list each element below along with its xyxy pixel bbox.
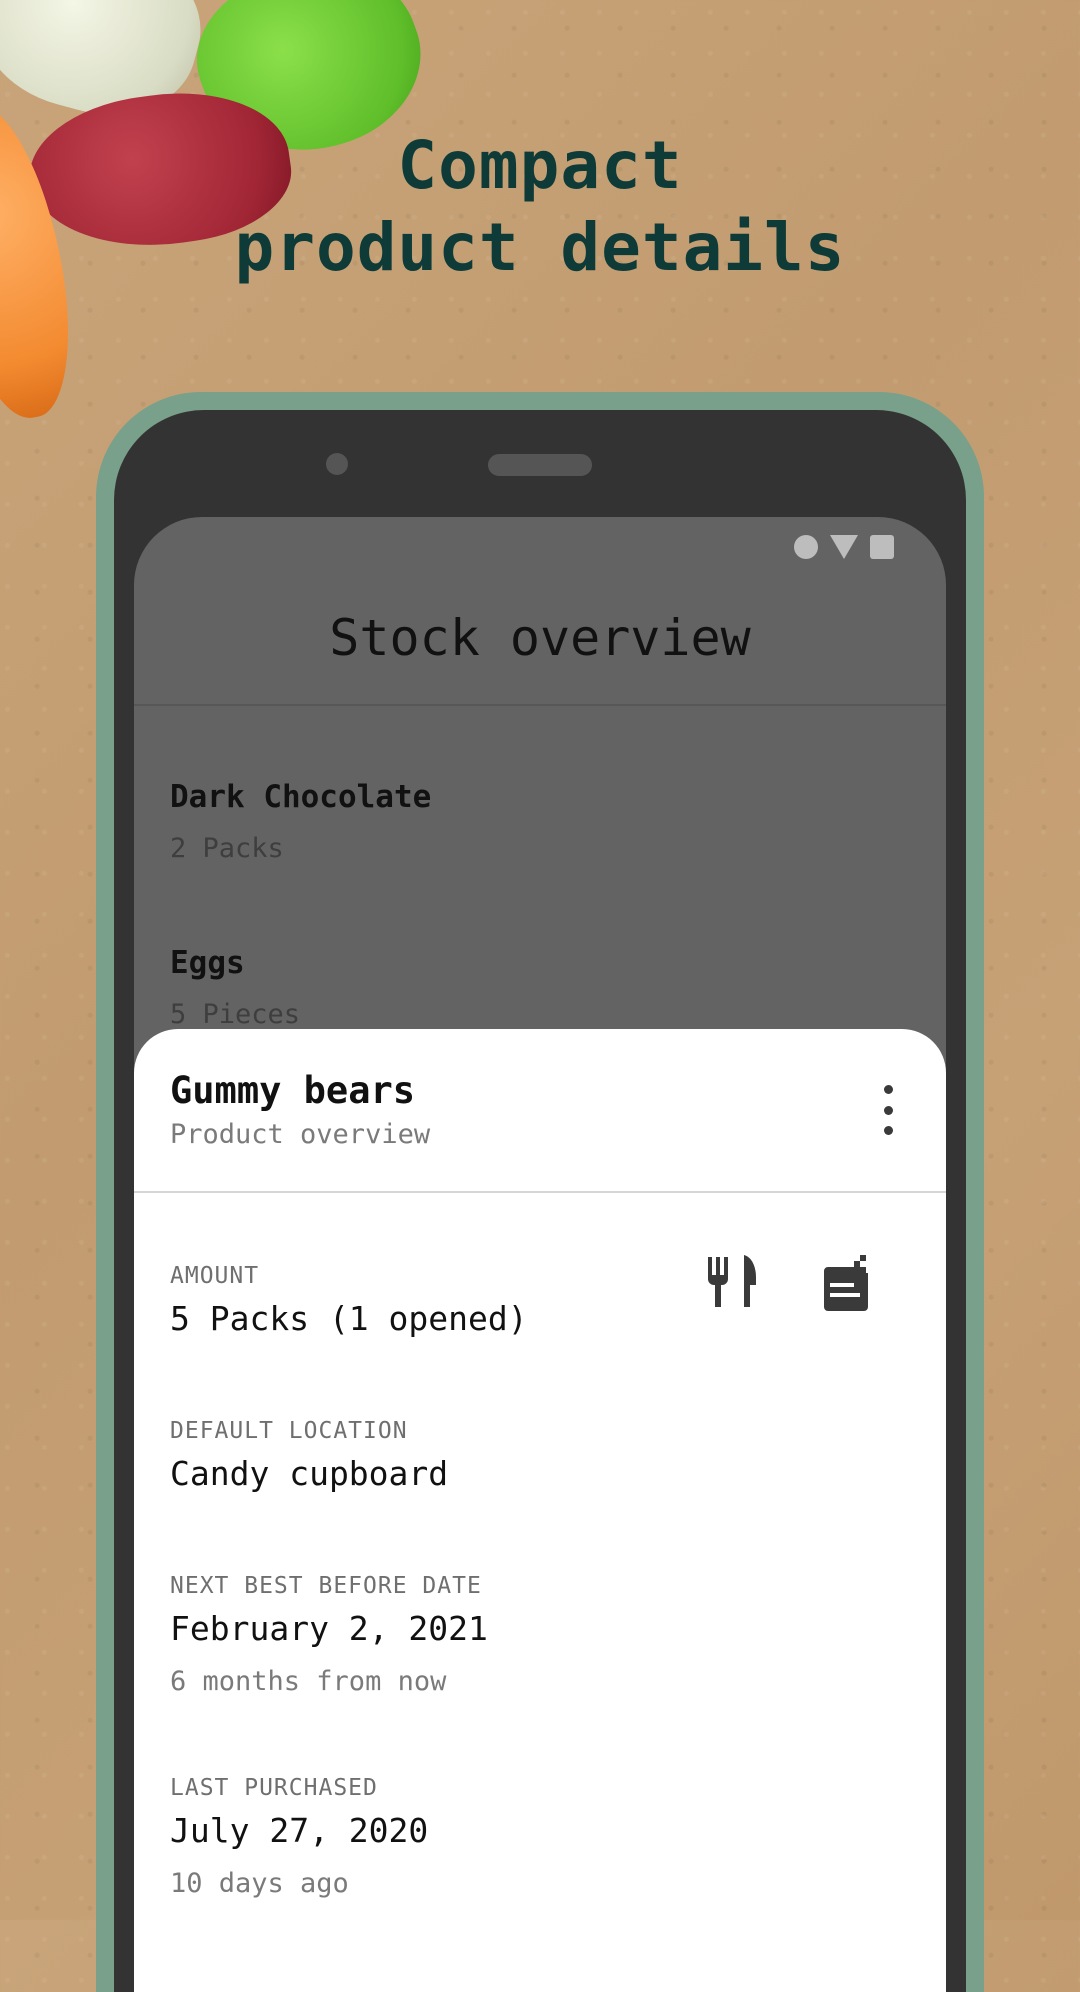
more-vert-dot <box>883 1126 893 1135</box>
front-camera <box>326 453 348 475</box>
amount-label: AMOUNT <box>170 1263 260 1289</box>
circle-icon <box>794 535 818 559</box>
sheet-divider <box>134 1191 946 1193</box>
promo-headline: Compact product details <box>0 125 1080 289</box>
consume-button[interactable] <box>702 1251 762 1311</box>
more-vert-icon <box>883 1085 893 1094</box>
sheet-title: Gummy bears <box>170 1069 416 1112</box>
amount-value: 5 Packs (1 opened) <box>170 1299 528 1338</box>
location-value: Candy cupboard <box>170 1454 449 1493</box>
last-purchased-note: 10 days ago <box>170 1868 349 1899</box>
earpiece-speaker <box>488 454 592 476</box>
more-vert-dot <box>883 1105 893 1115</box>
phone-frame: Stock overview Dark Chocolate 2 Packs Eg… <box>96 392 984 1992</box>
last-purchased-field: LAST PURCHASED July 27, 2020 10 days ago <box>170 1775 428 1899</box>
appbar-title: Stock overview <box>329 609 751 667</box>
signal-triangle-icon <box>830 535 858 559</box>
list-item-amount: 5 Pieces <box>170 999 301 1030</box>
open-product-icon <box>824 1255 868 1311</box>
list-item-name: Eggs <box>170 945 245 981</box>
consume-icon <box>708 1255 756 1307</box>
best-before-field: NEXT BEST BEFORE DATE February 2, 2021 6… <box>170 1573 488 1697</box>
location-label: DEFAULT LOCATION <box>170 1418 408 1444</box>
last-purchased-value: July 27, 2020 <box>170 1811 429 1850</box>
sheet-subtitle: Product overview <box>170 1119 431 1150</box>
status-bar <box>794 535 894 559</box>
more-options-button[interactable] <box>870 1085 906 1135</box>
list-item-amount: 2 Packs <box>170 833 284 864</box>
list-item-name: Dark Chocolate <box>170 779 432 815</box>
phone-screen: Stock overview Dark Chocolate 2 Packs Eg… <box>134 517 946 1992</box>
appbar-divider <box>134 704 946 706</box>
headline-line-2: product details <box>234 209 846 286</box>
list-item[interactable]: Eggs 5 Pieces <box>170 945 300 1030</box>
headline-line-1: Compact <box>397 127 683 204</box>
best-before-value: February 2, 2021 <box>170 1609 488 1648</box>
list-item[interactable]: Dark Chocolate 2 Packs <box>170 779 431 864</box>
best-before-label: NEXT BEST BEFORE DATE <box>170 1573 482 1599</box>
amount-field: AMOUNT 5 Packs (1 opened) <box>170 1263 528 1338</box>
last-purchased-label: LAST PURCHASED <box>170 1775 378 1801</box>
phone-body: Stock overview Dark Chocolate 2 Packs Eg… <box>114 410 966 1992</box>
location-field: DEFAULT LOCATION Candy cupboard <box>170 1418 448 1493</box>
open-product-button[interactable] <box>816 1251 876 1311</box>
best-before-note: 6 months from now <box>170 1666 447 1697</box>
product-bottom-sheet: Gummy bears Product overview AMOUNT 5 Pa… <box>134 1029 946 1992</box>
square-icon <box>870 535 894 559</box>
